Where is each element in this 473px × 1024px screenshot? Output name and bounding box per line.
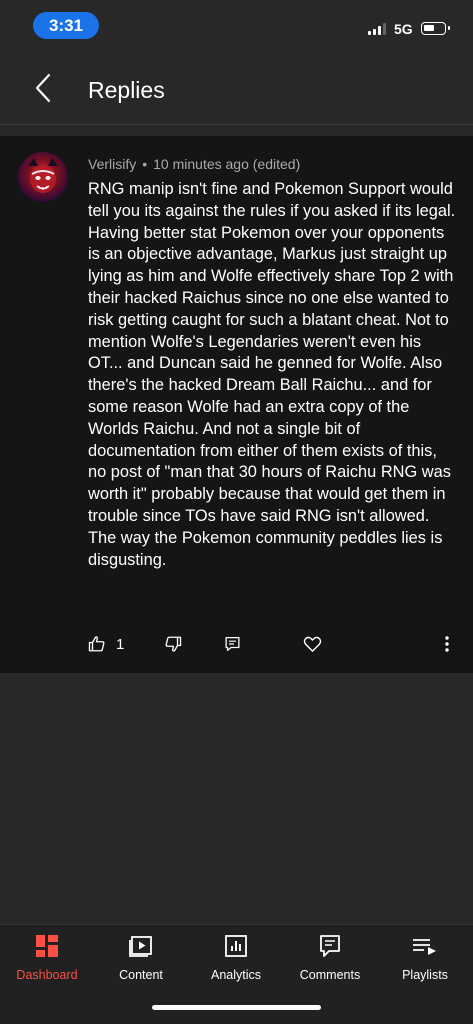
nav-dashboard[interactable]: Dashboard [0,933,94,985]
nav-playlists[interactable]: Playlists [378,933,472,985]
like-count: 1 [116,635,125,653]
header-divider [0,124,473,125]
analytics-icon [223,933,249,959]
app-header: Replies [0,52,473,124]
nav-comments[interactable]: Comments [283,933,377,985]
home-indicator [152,1005,321,1010]
back-button[interactable] [28,70,58,106]
heart-icon [303,636,322,652]
reply-icon [225,636,240,652]
reply-button[interactable] [224,631,241,657]
comments-icon [317,933,343,959]
battery-icon [421,22,450,35]
nav-label: Dashboard [16,968,78,982]
comment-card: Verlisify • 10 minutes ago (edited) RNG ma… [0,136,473,673]
page-title: Replies [88,77,165,103]
more-vert-icon [445,636,449,652]
nav-label: Comments [299,968,361,982]
comment-paragraph: The way the Pokemon community peddles li… [88,528,443,569]
comment-meta: Verlisify • 10 minutes ago (edited) [88,156,300,172]
meta-separator: • [142,156,148,172]
more-options-button[interactable] [444,631,450,657]
status-bar: 3:31 5G [0,0,473,52]
thumbs-down-icon [165,636,182,652]
nav-label: Content [119,968,163,982]
signal-icon [368,23,388,35]
avatar-image [28,158,58,193]
like-button[interactable]: 1 [88,631,124,657]
avatar[interactable] [18,152,68,202]
chevron-left-icon [35,73,51,103]
nav-label: Playlists [402,968,448,982]
nav-analytics[interactable]: Analytics [189,933,283,985]
nav-content[interactable]: Content [94,933,188,985]
dashboard-icon [34,933,60,959]
playlists-icon [412,933,438,959]
network-type: 5G [394,21,413,37]
content-icon [128,933,154,959]
comment-author[interactable]: Verlisify [88,156,136,172]
dislike-button[interactable] [164,631,182,657]
thumbs-up-icon [88,636,105,652]
comment-paragraph: RNG manip isn't fine and Pokemon Support… [88,180,456,525]
comment-actions: 1 [0,631,473,659]
heart-button[interactable] [303,631,322,657]
status-time: 3:31 [33,12,99,39]
nav-label: Analytics [210,968,262,982]
comment-time: 10 minutes ago (edited) [153,156,301,172]
comment-text: RNG manip isn't fine and Pokemon Support… [88,179,458,571]
